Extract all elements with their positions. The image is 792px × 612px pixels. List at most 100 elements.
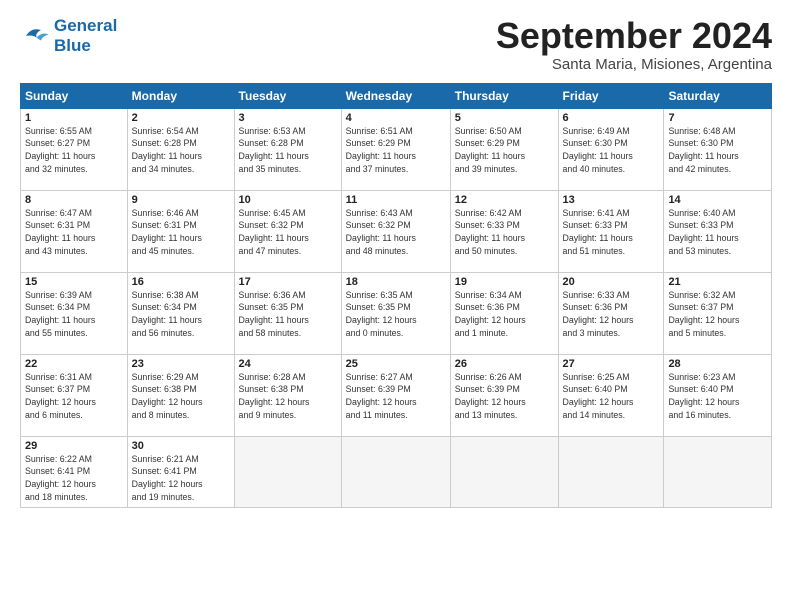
day-info: Sunrise: 6:39 AMSunset: 6:34 PMDaylight:… (25, 290, 95, 338)
day-info: Sunrise: 6:46 AMSunset: 6:31 PMDaylight:… (132, 208, 202, 256)
day-number: 4 (346, 112, 446, 124)
day-info: Sunrise: 6:28 AMSunset: 6:38 PMDaylight:… (239, 372, 310, 420)
day-number: 8 (25, 194, 123, 206)
day-info: Sunrise: 6:32 AMSunset: 6:37 PMDaylight:… (668, 290, 739, 338)
day-number: 12 (455, 194, 554, 206)
month-title: September 2024 (496, 16, 772, 56)
day-info: Sunrise: 6:43 AMSunset: 6:32 PMDaylight:… (346, 208, 416, 256)
day-number: 24 (239, 358, 337, 370)
day-number: 6 (563, 112, 660, 124)
calendar-cell-w2-5: 20Sunrise: 6:33 AMSunset: 6:36 PMDayligh… (558, 272, 664, 354)
day-info: Sunrise: 6:31 AMSunset: 6:37 PMDaylight:… (25, 372, 96, 420)
week-row-5: 29 Sunrise: 6:22 AMSunset: 6:41 PMDayligh… (21, 436, 772, 507)
day-number: 30 (132, 440, 230, 452)
calendar-cell-w3-1: 23Sunrise: 6:29 AMSunset: 6:38 PMDayligh… (127, 354, 234, 436)
day-number: 11 (346, 194, 446, 206)
calendar-cell-w3-5: 27Sunrise: 6:25 AMSunset: 6:40 PMDayligh… (558, 354, 664, 436)
calendar-cell-5: 6 Sunrise: 6:49 AMSunset: 6:30 PMDaylight… (558, 108, 664, 190)
day-number: 14 (668, 194, 767, 206)
day-number: 13 (563, 194, 660, 206)
day-info: Sunrise: 6:45 AMSunset: 6:32 PMDaylight:… (239, 208, 309, 256)
day-number: 29 (25, 440, 123, 452)
calendar-cell-w2-1: 16 Sunrise: 6:38 AMSunset: 6:34 PMDayligh… (127, 272, 234, 354)
calendar-cell-w4-6 (664, 436, 772, 507)
day-number: 28 (668, 358, 767, 370)
week-row-1: 1Sunrise: 6:55 AMSunset: 6:27 PMDaylight… (21, 108, 772, 190)
day-number: 26 (455, 358, 554, 370)
calendar-cell-w4-3 (341, 436, 450, 507)
day-info: Sunrise: 6:55 AMSunset: 6:27 PMDaylight:… (25, 126, 95, 174)
logo-icon (20, 21, 50, 51)
day-info: Sunrise: 6:47 AMSunset: 6:31 PMDaylight:… (25, 208, 95, 256)
calendar-header-row: Sunday Monday Tuesday Wednesday Thursday… (21, 83, 772, 108)
week-row-2: 8 Sunrise: 6:47 AMSunset: 6:31 PMDaylight… (21, 190, 772, 272)
header: General Blue September 2024 Santa Maria,… (20, 16, 772, 73)
calendar-cell-4: 5Sunrise: 6:50 AMSunset: 6:29 PMDaylight… (450, 108, 558, 190)
col-tuesday: Tuesday (234, 83, 341, 108)
day-number: 23 (132, 358, 230, 370)
day-info: Sunrise: 6:40 AMSunset: 6:33 PMDaylight:… (668, 208, 738, 256)
calendar-cell-w4-5 (558, 436, 664, 507)
day-info: Sunrise: 6:48 AMSunset: 6:30 PMDaylight:… (668, 126, 738, 174)
calendar-cell-w4-1: 30 Sunrise: 6:21 AMSunset: 6:41 PMDayligh… (127, 436, 234, 507)
day-info: Sunrise: 6:36 AMSunset: 6:35 PMDaylight:… (239, 290, 309, 338)
calendar-cell-2: 3Sunrise: 6:53 AMSunset: 6:28 PMDaylight… (234, 108, 341, 190)
day-info: Sunrise: 6:51 AMSunset: 6:29 PMDaylight:… (346, 126, 416, 174)
calendar-cell-w1-4: 12 Sunrise: 6:42 AMSunset: 6:33 PMDayligh… (450, 190, 558, 272)
calendar-cell-w3-4: 26Sunrise: 6:26 AMSunset: 6:39 PMDayligh… (450, 354, 558, 436)
calendar-table: Sunday Monday Tuesday Wednesday Thursday… (20, 83, 772, 508)
col-friday: Friday (558, 83, 664, 108)
calendar-cell-w2-0: 15Sunrise: 6:39 AMSunset: 6:34 PMDayligh… (21, 272, 128, 354)
day-number: 19 (455, 276, 554, 288)
day-number: 9 (132, 194, 230, 206)
calendar-cell-w3-3: 25 Sunrise: 6:27 AMSunset: 6:39 PMDayligh… (341, 354, 450, 436)
day-number: 5 (455, 112, 554, 124)
day-info: Sunrise: 6:54 AMSunset: 6:28 PMDaylight:… (132, 126, 202, 174)
day-info: Sunrise: 6:22 AMSunset: 6:41 PMDaylight:… (25, 454, 96, 502)
day-number: 21 (668, 276, 767, 288)
day-info: Sunrise: 6:25 AMSunset: 6:40 PMDaylight:… (563, 372, 634, 420)
week-row-4: 22Sunrise: 6:31 AMSunset: 6:37 PMDayligh… (21, 354, 772, 436)
calendar-cell-1: 1Sunrise: 6:55 AMSunset: 6:27 PMDaylight… (21, 108, 128, 190)
day-info: Sunrise: 6:34 AMSunset: 6:36 PMDaylight:… (455, 290, 526, 338)
day-info: Sunrise: 6:35 AMSunset: 6:35 PMDaylight:… (346, 290, 417, 338)
calendar-cell-3: 4 Sunrise: 6:51 AMSunset: 6:29 PMDaylight… (341, 108, 450, 190)
day-info: Sunrise: 6:33 AMSunset: 6:36 PMDaylight:… (563, 290, 634, 338)
title-block: September 2024 Santa Maria, Misiones, Ar… (496, 16, 772, 73)
day-number: 16 (132, 276, 230, 288)
calendar-cell-w3-2: 24 Sunrise: 6:28 AMSunset: 6:38 PMDayligh… (234, 354, 341, 436)
day-number: 10 (239, 194, 337, 206)
day-info: Sunrise: 6:21 AMSunset: 6:41 PMDaylight:… (132, 454, 203, 502)
day-number: 25 (346, 358, 446, 370)
logo-text: General Blue (54, 16, 117, 55)
day-number: 17 (239, 276, 337, 288)
day-info: Sunrise: 6:23 AMSunset: 6:40 PMDaylight:… (668, 372, 739, 420)
calendar-cell-6: 7 Sunrise: 6:48 AMSunset: 6:30 PMDaylight… (664, 108, 772, 190)
col-wednesday: Wednesday (341, 83, 450, 108)
location-subtitle: Santa Maria, Misiones, Argentina (496, 56, 772, 73)
day-info: Sunrise: 6:42 AMSunset: 6:33 PMDaylight:… (455, 208, 525, 256)
calendar-cell-1: 2 Sunrise: 6:54 AMSunset: 6:28 PMDaylight… (127, 108, 234, 190)
calendar-cell-w1-6: 14 Sunrise: 6:40 AMSunset: 6:33 PMDayligh… (664, 190, 772, 272)
calendar-cell-w3-0: 22Sunrise: 6:31 AMSunset: 6:37 PMDayligh… (21, 354, 128, 436)
calendar-cell-w4-2 (234, 436, 341, 507)
calendar-cell-w1-3: 11 Sunrise: 6:43 AMSunset: 6:32 PMDayligh… (341, 190, 450, 272)
page: General Blue September 2024 Santa Maria,… (0, 0, 792, 612)
day-number: 7 (668, 112, 767, 124)
week-row-3: 15Sunrise: 6:39 AMSunset: 6:34 PMDayligh… (21, 272, 772, 354)
col-sunday: Sunday (21, 83, 128, 108)
calendar-cell-w4-4 (450, 436, 558, 507)
calendar-cell-w2-3: 18 Sunrise: 6:35 AMSunset: 6:35 PMDayligh… (341, 272, 450, 354)
calendar-cell-w2-2: 17 Sunrise: 6:36 AMSunset: 6:35 PMDayligh… (234, 272, 341, 354)
calendar-cell-w4-0: 29 Sunrise: 6:22 AMSunset: 6:41 PMDayligh… (21, 436, 128, 507)
col-saturday: Saturday (664, 83, 772, 108)
col-monday: Monday (127, 83, 234, 108)
day-info: Sunrise: 6:49 AMSunset: 6:30 PMDaylight:… (563, 126, 633, 174)
day-number: 18 (346, 276, 446, 288)
day-number: 2 (132, 112, 230, 124)
col-thursday: Thursday (450, 83, 558, 108)
day-info: Sunrise: 6:38 AMSunset: 6:34 PMDaylight:… (132, 290, 202, 338)
calendar-cell-w1-0: 8 Sunrise: 6:47 AMSunset: 6:31 PMDaylight… (21, 190, 128, 272)
day-number: 3 (239, 112, 337, 124)
day-info: Sunrise: 6:27 AMSunset: 6:39 PMDaylight:… (346, 372, 417, 420)
